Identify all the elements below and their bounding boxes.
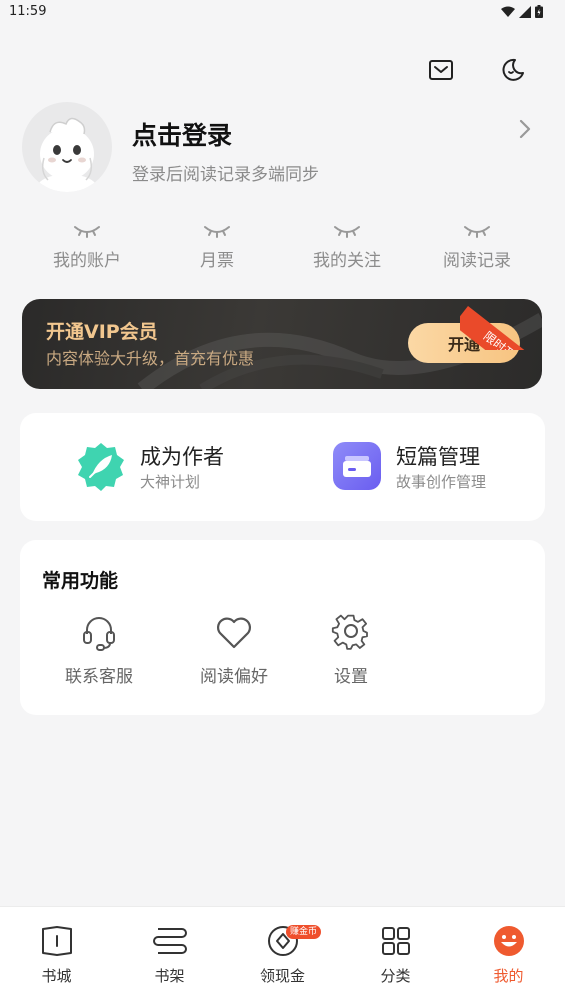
tab-earn-cash[interactable]: 赚金币 领现金: [226, 907, 339, 1004]
tab-bookstore[interactable]: 书城: [0, 907, 113, 1004]
card-stack-icon: [333, 442, 381, 490]
tab-category[interactable]: 分类: [339, 907, 452, 1004]
vip-subtitle: 内容体验大升级，首充有优惠: [46, 349, 255, 368]
tab-label: 分类: [380, 967, 411, 985]
smiley-face-icon: [493, 926, 524, 956]
stat-label: 我的关注: [313, 251, 381, 271]
vip-title: 开通VIP会员: [46, 321, 158, 343]
login-title: 点击登录: [132, 121, 233, 150]
settings-item[interactable]: 设置: [296, 612, 406, 687]
earn-coins-badge: 赚金币: [286, 925, 322, 939]
tab-label: 领现金: [259, 967, 305, 985]
book-open-icon: [41, 926, 72, 956]
gear-icon: [331, 614, 368, 650]
customer-service-item[interactable]: 联系客服: [44, 612, 154, 687]
headset-icon: [83, 617, 115, 651]
creator-subtitle: 大神计划: [140, 473, 201, 491]
function-label: 联系客服: [65, 667, 133, 687]
signal-icon: [519, 5, 531, 18]
feather-pen-icon: [78, 443, 124, 491]
closed-eye-icon: [464, 226, 490, 238]
stat-label: 我的账户: [53, 251, 121, 271]
tab-bookshelf[interactable]: 书架: [113, 907, 226, 1004]
common-functions-title: 常用功能: [42, 570, 119, 592]
ribbon-label: 限时开通: [460, 306, 550, 350]
stat-label: 月票: [200, 251, 234, 271]
tab-label: 我的: [493, 967, 524, 985]
status-bar: 11:59: [0, 0, 565, 26]
stat-monthly-ticket[interactable]: 月票: [152, 220, 282, 280]
wifi-icon: [501, 6, 515, 17]
closed-eye-icon: [204, 226, 230, 238]
grid-icon: [381, 927, 410, 955]
login-subtitle: 登录后阅读记录多端同步: [132, 165, 319, 185]
short-story-management-item[interactable]: 短篇管理 故事创作管理: [332, 439, 532, 495]
battery-icon: [535, 5, 543, 18]
tab-mine[interactable]: 我的: [452, 907, 565, 1004]
stat-reading-history[interactable]: 阅读记录: [412, 220, 542, 280]
common-functions-card: 常用功能 联系客服 阅读偏好 设置: [20, 540, 545, 715]
creator-subtitle: 故事创作管理: [396, 473, 487, 491]
login-profile[interactable]: 点击登录 登录后阅读记录多端同步: [22, 102, 542, 194]
bottom-tab-bar: 书城 书架 赚金币 领现金 分类 我的: [0, 906, 565, 1004]
avatar: [22, 102, 112, 192]
become-author-item[interactable]: 成为作者 大神计划: [76, 439, 276, 495]
closed-eye-icon: [74, 226, 100, 238]
chevron-right-icon: [519, 119, 531, 139]
creator-card: 成为作者 大神计划 短篇管理 故事创作管理: [20, 413, 545, 521]
status-time: 11:59: [9, 4, 47, 19]
night-mode-icon[interactable]: [499, 56, 527, 84]
function-label: 设置: [334, 667, 368, 687]
heart-icon: [217, 617, 251, 649]
tab-label: 书架: [154, 967, 185, 985]
status-icons: [501, 5, 543, 18]
tab-label: 书城: [41, 967, 72, 985]
stat-label: 阅读记录: [443, 251, 511, 271]
reading-preference-item[interactable]: 阅读偏好: [179, 612, 289, 687]
function-label: 阅读偏好: [200, 667, 268, 687]
bookshelf-icon: [152, 928, 187, 954]
top-actions: [427, 56, 527, 84]
default-avatar-icon: [37, 117, 97, 192]
stats-row: 我的账户 月票 我的关注 阅读记录: [22, 220, 542, 280]
limited-time-ribbon: 限时开通: [460, 290, 550, 350]
message-inbox-icon[interactable]: [427, 56, 455, 84]
stat-following[interactable]: 我的关注: [282, 220, 412, 280]
creator-title: 成为作者: [140, 445, 224, 469]
creator-title: 短篇管理: [396, 445, 480, 469]
stat-my-account[interactable]: 我的账户: [22, 220, 152, 280]
closed-eye-icon: [334, 226, 360, 238]
